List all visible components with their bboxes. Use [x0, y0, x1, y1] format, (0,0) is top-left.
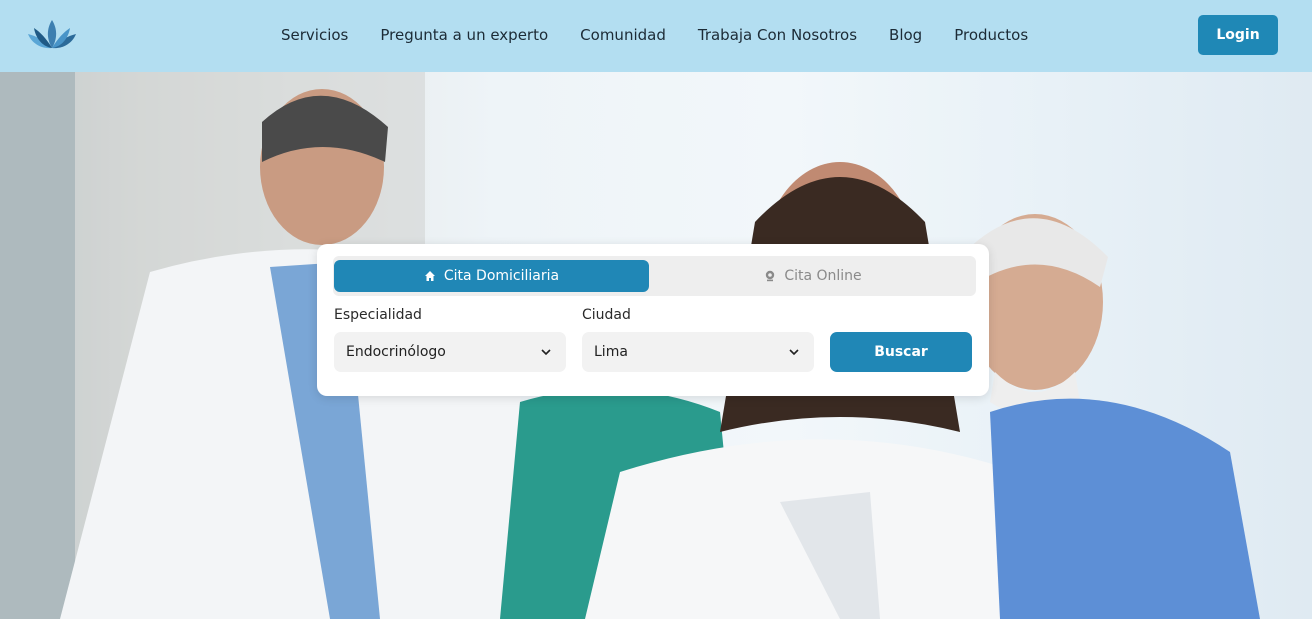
search-button[interactable]: Buscar [830, 332, 972, 372]
webcam-icon [766, 270, 775, 282]
nav-link-blog[interactable]: Blog [889, 26, 922, 44]
home-icon [424, 271, 435, 281]
city-label: Ciudad [582, 307, 631, 323]
tab-label: Cita Online [784, 268, 862, 284]
city-value: Lima [594, 344, 628, 360]
tab-label: Cita Domiciliaria [443, 268, 560, 284]
top-navbar: Servicios Pregunta a un experto Comunida… [0, 0, 1312, 72]
main-navigation: Servicios Pregunta a un experto Comunida… [281, 0, 1060, 70]
nav-link-pregunta-experto[interactable]: Pregunta a un experto [380, 26, 548, 44]
chevron-down-icon [541, 349, 551, 356]
nav-link-servicios[interactable]: Servicios [281, 26, 348, 44]
appointment-type-tabs: Cita Domiciliaria Cita Online [333, 256, 976, 296]
chevron-down-icon [789, 349, 799, 356]
specialty-label: Especialidad [334, 307, 422, 323]
nav-link-trabaja[interactable]: Trabaja Con Nosotros [698, 26, 857, 44]
nav-link-comunidad[interactable]: Comunidad [580, 26, 666, 44]
lotus-icon[interactable] [26, 18, 78, 50]
login-button[interactable]: Login [1198, 15, 1278, 55]
city-select[interactable]: Lima [582, 332, 814, 372]
nav-link-productos[interactable]: Productos [954, 26, 1028, 44]
tab-cita-domiciliaria[interactable]: Cita Domiciliaria [334, 260, 649, 292]
tab-cita-online[interactable]: Cita Online [653, 260, 973, 292]
appointment-search-card: Cita Domiciliaria Cita Online Especialid… [317, 244, 989, 396]
specialty-select[interactable]: Endocrinólogo [334, 332, 566, 372]
specialty-value: Endocrinólogo [346, 344, 446, 360]
